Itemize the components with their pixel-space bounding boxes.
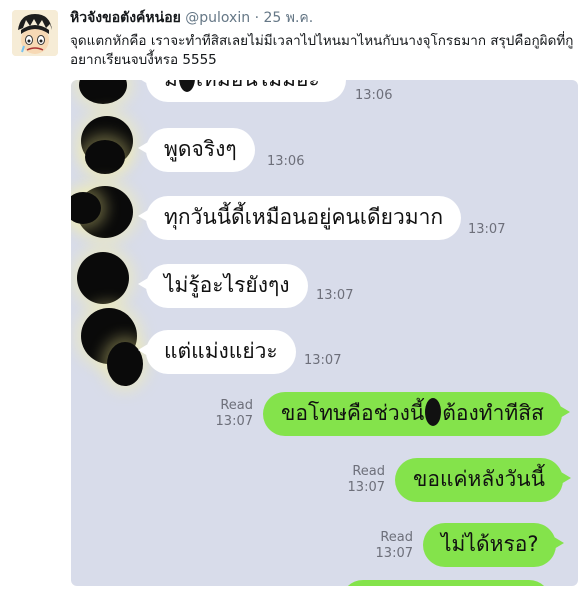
message-time: 13:06 — [267, 154, 305, 169]
outgoing-message[interactable]: ขอโทษคือช่วงนี้ ต้องทำทีสิส — [263, 392, 570, 436]
message-meta: Read 13:07 — [341, 464, 385, 496]
censor-mark — [178, 80, 195, 92]
message-time: 13:07 — [215, 414, 253, 429]
outgoing-message-partial — [341, 580, 551, 586]
outgoing-message[interactable]: ไม่ได้หรอ? — [423, 523, 565, 567]
avatar[interactable] — [12, 10, 58, 56]
message-meta: Read 13:07 — [211, 398, 253, 430]
message-text: ม — [164, 80, 178, 91]
message-time: 13:07 — [468, 222, 506, 237]
read-status: Read — [352, 464, 385, 479]
incoming-message[interactable]: ม เหมือนไม่มีอะ — [138, 80, 346, 102]
tweet-date[interactable]: 25 พ.ค. — [263, 10, 313, 26]
outgoing-message[interactable]: ขอแค่หลังวันนี้ — [395, 458, 572, 502]
avatar-image — [12, 10, 58, 56]
separator: · — [254, 10, 260, 26]
incoming-message[interactable]: พูดจริงๆ — [138, 128, 255, 172]
censored-avatar — [85, 140, 125, 174]
author-handle[interactable]: @puloxin — [185, 10, 250, 26]
incoming-message[interactable]: ไม่รู้อะไรยังๆง — [138, 264, 308, 308]
message-meta: Read 13:07 — [369, 530, 413, 562]
censored-avatar — [77, 252, 129, 304]
tweet-header: หิวจังขอตังค์หน่อย @puloxin · 25 พ.ค. — [70, 9, 313, 27]
tweet-text: จุดแตกหักคือ เราจะทำทีสิสเลยไม่มีเวลาไปไ… — [70, 33, 574, 68]
message-time: 13:07 — [375, 546, 413, 561]
read-status: Read — [380, 530, 413, 545]
message-text: ขอโทษคือช่วงนี้ — [281, 401, 425, 425]
message-time: 13:07 — [347, 480, 385, 495]
message-text: เหมือนไม่มีอะ — [196, 80, 320, 91]
incoming-message[interactable]: ทุกวันนี้ดี้เหมือนอยู่คนเดียวมาก — [137, 196, 462, 240]
message-time: 13:06 — [355, 88, 393, 103]
message-time: 13:07 — [316, 288, 354, 303]
censor-mark — [425, 398, 442, 426]
message-text: ต้องทำทีสิส — [442, 401, 544, 425]
chat-screenshot[interactable]: ม เหมือนไม่มีอะ 13:06 พูดจริงๆ 13:06 ทุกว… — [71, 80, 578, 586]
incoming-message[interactable]: แต่แม่งแย่วะ — [138, 330, 296, 374]
read-status: Read — [220, 398, 253, 413]
message-time: 13:07 — [304, 353, 342, 368]
censored-avatar — [79, 80, 127, 104]
author-name[interactable]: หิวจังขอตังค์หน่อย — [70, 10, 181, 26]
